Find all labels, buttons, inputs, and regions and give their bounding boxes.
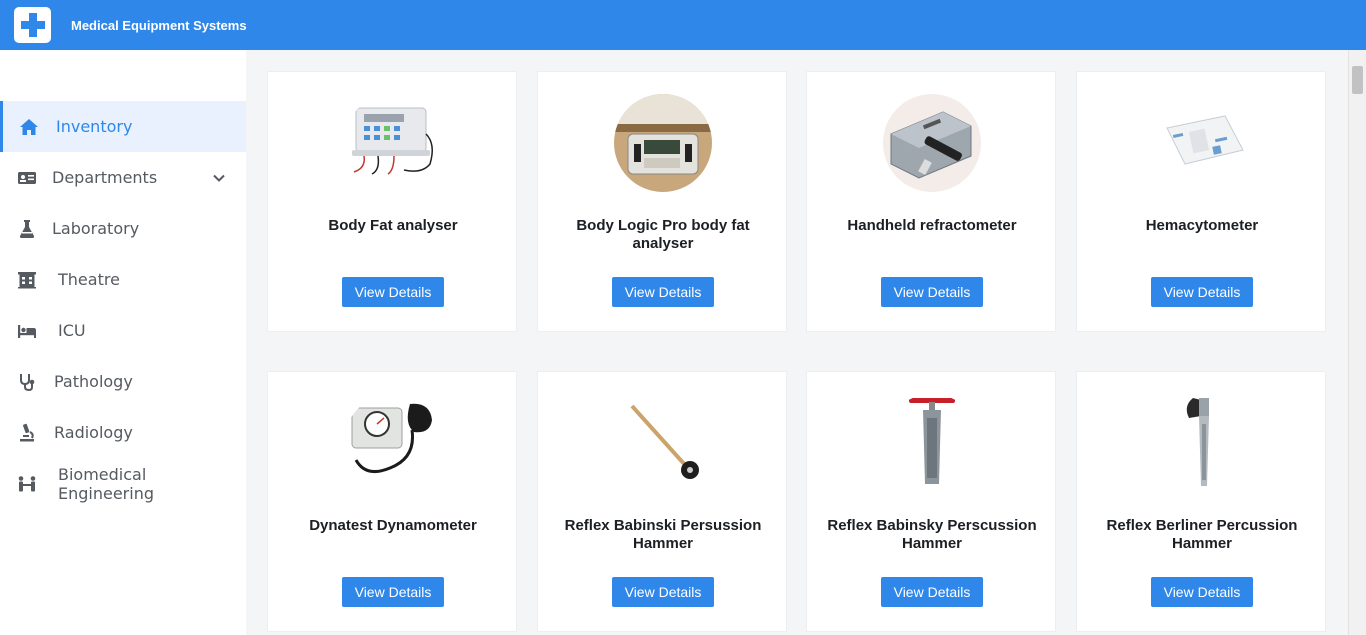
- home-icon: [18, 117, 40, 137]
- equipment-card: Reflex Babinsky Perscussion Hammer View …: [806, 371, 1056, 632]
- sidebar-item-label: Theatre: [58, 270, 120, 289]
- equipment-card: Body Logic Pro body fat analyser View De…: [537, 71, 787, 332]
- equipment-card: Reflex Berliner Percussion Hammer View D…: [1076, 371, 1326, 632]
- equipment-name: Body Logic Pro body fat analyser: [576, 217, 750, 252]
- sidebar-item-icu[interactable]: ICU: [0, 305, 246, 356]
- app-title: Medical Equipment Systems: [71, 18, 247, 33]
- stethoscope-icon: [16, 372, 38, 392]
- equipment-image: [883, 94, 981, 192]
- equipment-card: Handheld refractometer View Details: [806, 71, 1056, 332]
- medical-cross-icon: [20, 13, 45, 37]
- chevron-down-icon: [213, 174, 225, 182]
- view-details-button[interactable]: View Details: [881, 277, 983, 307]
- equipment-card: Dynatest Dynamometer View Details: [267, 371, 517, 632]
- view-details-button[interactable]: View Details: [342, 577, 444, 607]
- sidebar-item-pathology[interactable]: Pathology: [0, 356, 246, 407]
- sidebar-item-inventory[interactable]: Inventory: [0, 101, 246, 152]
- equipment-name: Reflex Babinski Persussion Hammer: [564, 517, 762, 552]
- equipment-image: [344, 94, 442, 192]
- view-details-button[interactable]: View Details: [612, 277, 714, 307]
- sidebar-item-label: Biomedical Engineering: [58, 464, 154, 503]
- sidebar-item-departments[interactable]: Departments: [0, 152, 246, 203]
- id-card-icon: [16, 168, 38, 188]
- app-logo[interactable]: [14, 7, 51, 43]
- view-details-button[interactable]: View Details: [612, 577, 714, 607]
- flask-icon: [16, 219, 38, 239]
- sidebar-item-label: Laboratory: [52, 219, 140, 238]
- equipment-image: [883, 394, 981, 492]
- bed-icon: [16, 321, 38, 341]
- sidebar-item-biomedical-engineering[interactable]: Biomedical Engineering: [0, 458, 246, 509]
- view-details-button[interactable]: View Details: [1151, 277, 1253, 307]
- sidebar-item-radiology[interactable]: Radiology: [0, 407, 246, 458]
- equipment-name: Reflex Babinsky Perscussion Hammer: [827, 517, 1037, 552]
- sidebar-item-label: Pathology: [54, 372, 133, 391]
- equipment-name: Hemacytometer: [1145, 217, 1259, 234]
- equipment-card: Body Fat analyser View Details: [267, 71, 517, 332]
- equipment-name: Reflex Berliner Percussion Hammer: [1106, 517, 1298, 552]
- equipment-name: Body Fat analyser: [328, 217, 458, 234]
- sidebar-item-theatre[interactable]: Theatre: [0, 254, 246, 305]
- equipment-card: Hemacytometer View Details: [1076, 71, 1326, 332]
- sidebar-item-label: Inventory: [56, 117, 133, 136]
- equipment-name: Dynatest Dynamometer: [309, 517, 477, 534]
- view-details-button[interactable]: View Details: [881, 577, 983, 607]
- building-icon: [16, 270, 38, 290]
- scrollbar-thumb[interactable]: [1352, 66, 1363, 94]
- equipment-image: [614, 394, 712, 492]
- sidebar-item-label: ICU: [58, 321, 86, 340]
- sidebar-item-label: Departments: [52, 168, 158, 187]
- equipment-card: Reflex Babinski Persussion Hammer View D…: [537, 371, 787, 632]
- view-details-button[interactable]: View Details: [1151, 577, 1253, 607]
- microscope-icon: [16, 423, 38, 443]
- equipment-grid: Body Fat analyser View Details Body Logi…: [246, 50, 1348, 635]
- sidebar: Inventory Departments Laboratory Theatre…: [0, 50, 246, 635]
- view-details-button[interactable]: View Details: [342, 277, 444, 307]
- people-icon: [16, 474, 38, 494]
- sidebar-item-laboratory[interactable]: Laboratory: [0, 203, 246, 254]
- equipment-name: Handheld refractometer: [847, 217, 1017, 234]
- sidebar-item-label: Radiology: [54, 423, 133, 442]
- equipment-image: [614, 94, 712, 192]
- equipment-image: [1153, 94, 1251, 192]
- top-bar: Medical Equipment Systems: [0, 0, 1366, 50]
- equipment-image: [344, 394, 442, 492]
- vertical-scrollbar[interactable]: [1348, 50, 1366, 635]
- equipment-image: [1153, 394, 1251, 492]
